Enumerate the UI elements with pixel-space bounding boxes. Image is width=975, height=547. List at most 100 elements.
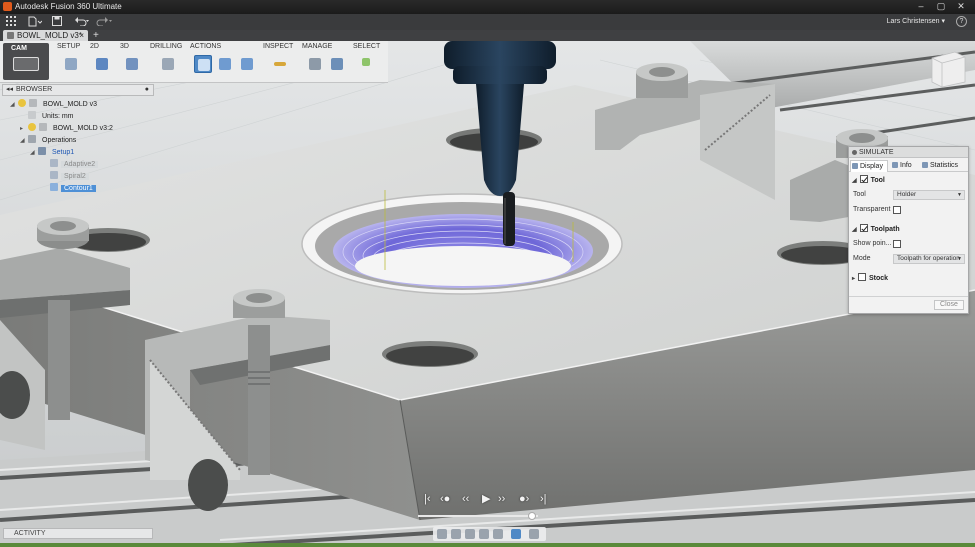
template-library-icon[interactable]: [328, 55, 346, 73]
user-menu[interactable]: Lars Christensen ▾: [887, 17, 945, 25]
tool-dropdown[interactable]: Holder ▼: [893, 190, 965, 200]
activity-panel[interactable]: ACTIVITY: [3, 528, 153, 539]
tree-node-model[interactable]: ▸ BOWL_MOLD v3:2: [20, 123, 116, 134]
select-group-label: SELECT: [353, 43, 381, 50]
stock-section-label: Stock: [869, 275, 889, 282]
tree-node-contour1[interactable]: Contour1: [50, 183, 96, 194]
3d-group-label: 3D: [120, 43, 129, 50]
3d-strategy-icon[interactable]: [123, 55, 141, 73]
show-points-checkbox[interactable]: [893, 240, 901, 248]
zoom-icon[interactable]: [479, 529, 489, 539]
workspace-label: CAM: [11, 45, 27, 52]
collapse-browser-icon[interactable]: ◂◂: [6, 85, 13, 95]
minimize-button[interactable]: –: [911, 1, 931, 12]
pan-icon[interactable]: [465, 529, 475, 539]
playback-slider-track[interactable]: [418, 515, 538, 517]
mode-label: Mode: [853, 255, 871, 262]
document-tab[interactable]: BOWL_MOLD v3* ×: [3, 30, 88, 41]
units-icon: [28, 111, 36, 119]
expand-icon: ▸: [20, 126, 24, 132]
help-icon[interactable]: ?: [956, 16, 967, 27]
transparent-checkbox[interactable]: [893, 206, 901, 214]
stock-checkbox[interactable]: [858, 273, 867, 281]
tab-display[interactable]: Display: [850, 160, 888, 172]
close-tab-icon[interactable]: ×: [79, 30, 84, 41]
manage-group-label: MANAGE: [302, 43, 333, 50]
spiral-icon: [50, 171, 58, 179]
setup-sheet-icon[interactable]: [238, 55, 256, 73]
simulate-dialog-header[interactable]: SIMULATE: [849, 147, 968, 158]
setup-icon[interactable]: [62, 55, 80, 73]
document-tab-bar: BOWL_MOLD v3* × +: [0, 30, 975, 41]
pin-icon[interactable]: ●: [145, 85, 149, 95]
grid-settings-icon[interactable]: [529, 529, 539, 539]
playback-slider-thumb[interactable]: [528, 512, 536, 520]
tool-section-label: Tool: [870, 177, 885, 184]
document-icon: [7, 32, 14, 39]
tool-section[interactable]: ◢ Tool: [852, 175, 885, 187]
show-points-label: Show poin...: [853, 240, 892, 247]
lightbulb-icon[interactable]: [18, 99, 26, 107]
redo-icon[interactable]: [96, 16, 112, 28]
tab-label: Info: [900, 162, 912, 169]
post-process-icon[interactable]: [216, 55, 234, 73]
2d-strategy-icon[interactable]: [93, 55, 111, 73]
stock-section[interactable]: ▸ Stock: [852, 273, 888, 285]
orbit-icon[interactable]: [437, 529, 447, 539]
activity-label: ACTIVITY: [14, 530, 46, 537]
setup-icon: [38, 147, 46, 155]
undo-icon[interactable]: [74, 16, 90, 28]
tree-node-units[interactable]: Units: mm: [28, 111, 77, 122]
measure-icon[interactable]: [271, 55, 289, 73]
select-icon[interactable]: [359, 55, 377, 73]
tab-statistics[interactable]: Statistics: [921, 160, 967, 172]
file-icon[interactable]: [28, 16, 43, 28]
save-icon[interactable]: [52, 16, 62, 28]
go-to-end-button[interactable]: ›|: [540, 492, 547, 507]
tree-node-spiral2[interactable]: Spiral2: [50, 171, 89, 182]
tree-node-adaptive2[interactable]: Adaptive2: [50, 159, 99, 170]
browser-header[interactable]: ◂◂ BROWSER ●: [2, 84, 154, 96]
go-to-start-button[interactable]: |‹: [424, 492, 431, 507]
tab-label: Statistics: [930, 162, 959, 169]
tool-library-icon[interactable]: [306, 55, 324, 73]
tool-checkbox[interactable]: [859, 175, 868, 183]
play-button[interactable]: ▶: [482, 492, 490, 507]
close-window-button[interactable]: ✕: [951, 1, 971, 12]
fast-forward-button[interactable]: ››: [498, 492, 505, 507]
tree-node-root[interactable]: ◢ BOWL_MOLD v3: [10, 99, 100, 110]
document-icon: [29, 99, 37, 107]
dropdown-arrow-icon: ▼: [957, 256, 962, 262]
tree-node-label: Spiral2: [61, 173, 89, 180]
drill-icon[interactable]: [159, 55, 177, 73]
next-step-button[interactable]: ●›: [519, 492, 529, 507]
info-icon: [892, 162, 898, 168]
simulation-timeline[interactable]: [0, 543, 975, 547]
rewind-button[interactable]: ‹‹: [462, 492, 469, 507]
new-tab-button[interactable]: +: [93, 30, 99, 41]
mode-dropdown[interactable]: Toolpath for operation ▼: [893, 254, 965, 264]
tree-node-setup1[interactable]: ◢ Setup1: [30, 147, 77, 158]
cam-workspace-icon: [13, 57, 39, 71]
viewcube[interactable]: [931, 51, 966, 88]
lightbulb-icon[interactable]: [28, 123, 36, 131]
dropdown-arrow-icon: ▼: [957, 192, 962, 198]
previous-step-button[interactable]: ‹●: [440, 492, 450, 507]
collapse-icon: ◢: [852, 178, 857, 184]
toolpath-checkbox[interactable]: [859, 224, 868, 232]
display-settings-icon[interactable]: [511, 529, 521, 539]
look-at-icon[interactable]: [451, 529, 461, 539]
tree-node-label: Operations: [42, 137, 77, 144]
fit-icon[interactable]: [493, 529, 503, 539]
grid-icon[interactable]: [6, 16, 16, 28]
3d-viewport[interactable]: [0, 41, 975, 547]
maximize-button[interactable]: ▢: [931, 1, 951, 12]
toolpath-section[interactable]: ◢ Toolpath: [852, 224, 900, 236]
simulate-icon[interactable]: [194, 55, 212, 73]
close-button[interactable]: Close: [934, 300, 964, 310]
workspace-switcher[interactable]: CAM: [3, 43, 49, 80]
tree-node-operations[interactable]: ◢ Operations: [20, 135, 79, 146]
tree-node-label: Setup1: [52, 149, 75, 156]
tree-node-label: Contour1: [61, 185, 96, 192]
tab-info[interactable]: Info: [891, 160, 919, 172]
